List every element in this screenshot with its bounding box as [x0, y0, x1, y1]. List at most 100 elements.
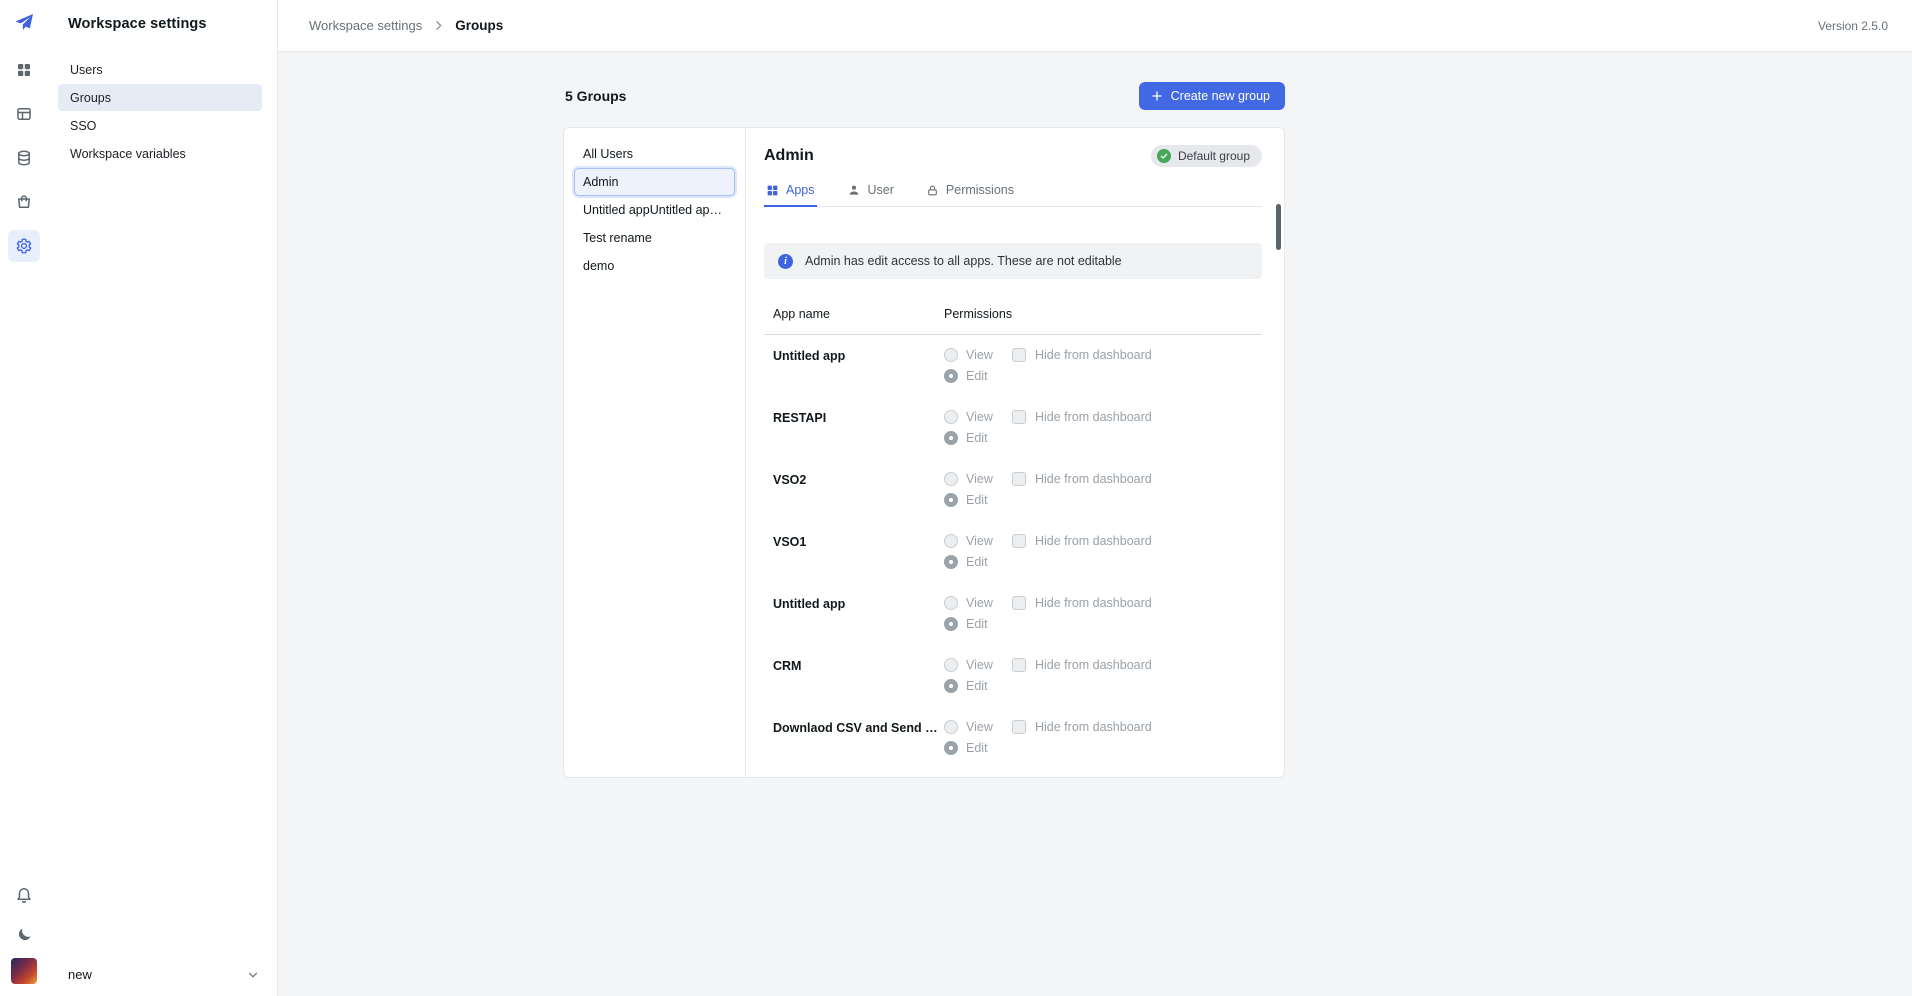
view-label: View	[966, 472, 993, 486]
sidebar-item-workspace-variables[interactable]: Workspace variables	[58, 140, 262, 167]
edit-radio[interactable]: Edit	[944, 493, 1012, 507]
user-avatar[interactable]	[11, 958, 37, 984]
radio-icon	[944, 741, 958, 755]
radio-icon	[944, 348, 958, 362]
info-banner-text: Admin has edit access to all apps. These…	[805, 254, 1122, 268]
radio-icon	[944, 369, 958, 383]
group-title: Admin	[764, 147, 814, 165]
workspace-switcher[interactable]: new	[58, 965, 262, 984]
edit-radio[interactable]: Edit	[944, 369, 1012, 383]
hide-from-dashboard-checkbox[interactable]: Hide from dashboard	[1012, 348, 1152, 362]
app-name: Untitled app	[764, 348, 940, 383]
datasources-icon[interactable]	[8, 142, 40, 174]
edit-label: Edit	[966, 369, 988, 383]
hide-label: Hide from dashboard	[1035, 658, 1152, 672]
create-new-group-label: Create new group	[1171, 89, 1270, 103]
hide-from-dashboard-checkbox[interactable]: Hide from dashboard	[1012, 658, 1152, 672]
scrollbar-thumb[interactable]	[1276, 204, 1281, 250]
hide-from-dashboard-checkbox[interactable]: Hide from dashboard	[1012, 472, 1152, 486]
chevron-right-icon	[432, 19, 445, 32]
settings-gear-icon[interactable]	[8, 230, 40, 262]
view-label: View	[966, 720, 993, 734]
tab-user-label: User	[868, 183, 894, 197]
badge-check-icon	[1157, 149, 1171, 163]
marketplace-icon[interactable]	[8, 186, 40, 218]
hide-from-dashboard-checkbox[interactable]: Hide from dashboard	[1012, 720, 1152, 734]
edit-radio[interactable]: Edit	[944, 741, 1012, 755]
edit-label: Edit	[966, 493, 988, 507]
database-icon[interactable]	[8, 98, 40, 130]
app-permission-row: VSO2ViewHide from dashboardEdit	[764, 459, 1262, 521]
edit-radio[interactable]: Edit	[944, 679, 1012, 693]
edit-label: Edit	[966, 431, 988, 445]
view-label: View	[966, 410, 993, 424]
plus-icon	[1151, 90, 1163, 102]
groups-count: 5 Groups	[565, 88, 626, 104]
permission-controls: View Hide from dashboard Edit	[940, 720, 1262, 755]
hide-label: Hide from dashboard	[1035, 348, 1152, 362]
group-list-item[interactable]: Admin	[575, 169, 734, 195]
tab-user[interactable]: User	[845, 178, 896, 206]
workspace-name: new	[68, 967, 92, 982]
main-area: Workspace settings Groups Version 2.5.0 …	[278, 0, 1912, 996]
edit-label: Edit	[966, 679, 988, 693]
group-list-item[interactable]: Untitled appUntitled appUntitle...	[575, 197, 734, 223]
checkbox-icon	[1012, 658, 1026, 672]
apps-grid-icon[interactable]	[8, 54, 40, 86]
tab-apps[interactable]: Apps	[764, 178, 817, 206]
app-permission-row: Untitled app View Hide from dashboard Edit	[764, 335, 1262, 397]
hide-from-dashboard-checkbox[interactable]: Hide from dashboard	[1012, 410, 1152, 424]
group-list-item[interactable]: demo	[575, 253, 734, 279]
view-radio[interactable]: View	[944, 472, 1012, 486]
view-radio[interactable]: View	[944, 410, 1012, 424]
hide-label: Hide from dashboard	[1035, 596, 1152, 610]
view-label: View	[966, 596, 993, 610]
edit-radio[interactable]: Edit	[944, 555, 1012, 569]
checkbox-icon	[1012, 472, 1026, 486]
view-radio[interactable]: View	[944, 348, 1012, 362]
view-radio[interactable]: View	[944, 534, 1012, 548]
permission-controls: ViewHide from dashboardEdit	[940, 534, 1262, 569]
app-name: CRM	[764, 658, 940, 693]
app-name: Untitled app	[764, 596, 940, 631]
app-root: Workspace settings Users Groups SSO Work…	[0, 0, 1912, 996]
radio-icon	[944, 679, 958, 693]
dark-mode-moon-icon[interactable]	[8, 918, 40, 950]
edit-radio[interactable]: Edit	[944, 617, 1012, 631]
sidebar-item-sso[interactable]: SSO	[58, 112, 262, 139]
sidebar-item-groups[interactable]: Groups	[58, 84, 262, 111]
radio-icon	[944, 472, 958, 486]
checkbox-icon	[1012, 534, 1026, 548]
tabs: Apps User	[764, 178, 1262, 207]
column-app-name: App name	[764, 307, 940, 321]
view-label: View	[966, 348, 993, 362]
hide-label: Hide from dashboard	[1035, 472, 1152, 486]
hide-label: Hide from dashboard	[1035, 720, 1152, 734]
radio-icon	[944, 410, 958, 424]
sidebar-item-users[interactable]: Users	[58, 56, 262, 83]
tooljet-logo-icon[interactable]	[13, 12, 35, 34]
checkbox-icon	[1012, 720, 1026, 734]
view-radio[interactable]: View	[944, 658, 1012, 672]
group-list-item[interactable]: All Users	[575, 141, 734, 167]
groups-toolbar: 5 Groups Create new group	[563, 82, 1285, 110]
group-list-item[interactable]: Test rename	[575, 225, 734, 251]
tab-permissions[interactable]: Permissions	[924, 178, 1016, 206]
permission-controls: View Hide from dashboard Edit	[940, 658, 1262, 693]
notifications-bell-icon[interactable]	[8, 878, 40, 910]
app-permission-row: Downlaod CSV and Send attac...ViewHide f…	[764, 707, 1262, 769]
hide-from-dashboard-checkbox[interactable]: Hide from dashboard	[1012, 534, 1152, 548]
checkbox-icon	[1012, 348, 1026, 362]
version-label: Version 2.5.0	[1818, 19, 1888, 33]
hide-from-dashboard-checkbox[interactable]: Hide from dashboard	[1012, 596, 1152, 610]
view-radio[interactable]: View	[944, 596, 1012, 610]
edit-radio[interactable]: Edit	[944, 431, 1012, 445]
app-permission-row: CRM View Hide from dashboard Edit	[764, 645, 1262, 707]
tab-permissions-label: Permissions	[946, 183, 1014, 197]
create-new-group-button[interactable]: Create new group	[1139, 82, 1285, 110]
hide-label: Hide from dashboard	[1035, 410, 1152, 424]
breadcrumb-parent[interactable]: Workspace settings	[309, 18, 422, 33]
column-permissions: Permissions	[940, 307, 1012, 321]
view-radio[interactable]: View	[944, 720, 1012, 734]
info-banner: i Admin has edit access to all apps. The…	[764, 243, 1262, 279]
